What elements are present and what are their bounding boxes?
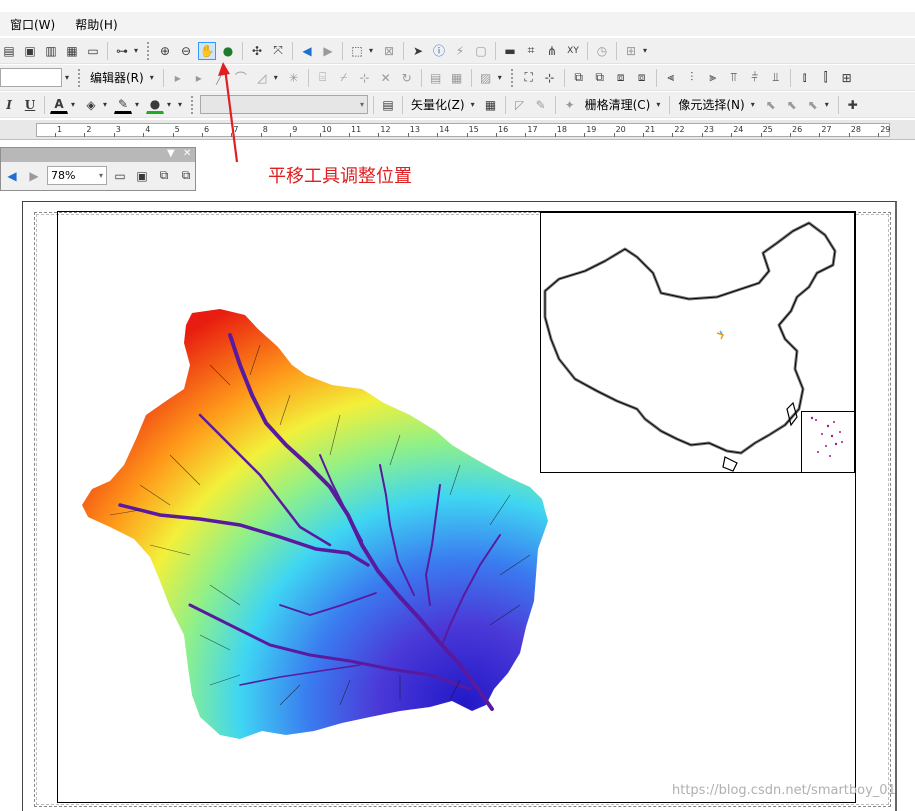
south-china-sea-islands	[810, 416, 843, 457]
arrow-shaft	[223, 67, 239, 163]
watermark: https://blog.csdn.net/smartboy_01	[672, 783, 896, 798]
south-china-sea-inset[interactable]	[801, 411, 855, 473]
watershed-dem-map[interactable]	[80, 305, 550, 750]
hainan-island	[722, 456, 738, 472]
china-border	[543, 221, 837, 455]
annotation-text: 平移工具调整位置	[268, 166, 412, 187]
dem-surface	[82, 309, 548, 739]
arrow-head	[218, 62, 230, 76]
